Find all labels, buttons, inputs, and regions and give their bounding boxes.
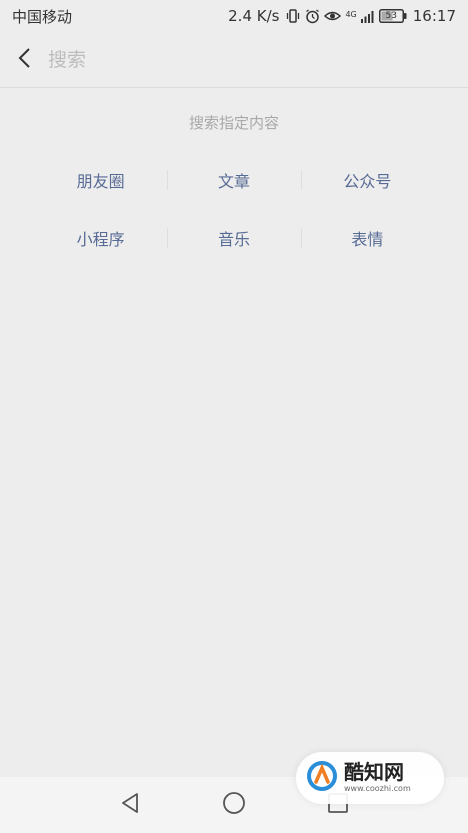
search-input[interactable] — [46, 47, 430, 72]
category-moments[interactable]: 朋友圈 — [34, 168, 167, 192]
search-header — [0, 32, 468, 88]
watermark-url: www.coozhi.com — [344, 784, 411, 793]
network-speed: 2.4 K/s — [228, 7, 280, 25]
category-mini-programs[interactable]: 小程序 — [34, 226, 167, 250]
alarm-icon — [305, 8, 320, 24]
signal-icon — [360, 10, 375, 23]
vibrate-icon — [285, 9, 301, 23]
battery-icon: 53 — [378, 9, 407, 23]
network-type-label: 4G — [345, 9, 357, 19]
eye-icon — [324, 10, 342, 22]
back-button[interactable] — [12, 43, 36, 77]
category-row: 小程序 音乐 表情 — [34, 218, 434, 258]
watermark-name: 酷知网 — [344, 760, 404, 784]
category-stickers[interactable]: 表情 — [301, 226, 434, 250]
coozhi-logo-icon — [306, 760, 338, 796]
clock-time: 16:17 — [412, 7, 456, 25]
back-triangle-icon — [120, 792, 140, 818]
watermark-text: 酷知网 www.coozhi.com — [344, 761, 411, 795]
carrier-name: 中国移动 — [12, 7, 73, 26]
search-scope-title: 搜索指定内容 — [188, 114, 279, 132]
nav-home-button[interactable] — [214, 785, 254, 825]
chevron-left-icon — [17, 47, 31, 73]
home-circle-icon — [222, 791, 246, 819]
category-row: 朋友圈 文章 公众号 — [34, 160, 434, 200]
battery-level: 53 — [385, 11, 397, 21]
nav-back-button[interactable] — [110, 785, 150, 825]
category-grid: 朋友圈 文章 公众号 小程序 音乐 表情 — [34, 160, 434, 276]
coozhi-watermark: 酷知网 www.coozhi.com — [296, 752, 444, 804]
status-bar: 中国移动 2.4 K/s 4G 53 16:17 — [0, 0, 468, 32]
category-articles[interactable]: 文章 — [167, 168, 300, 192]
category-music[interactable]: 音乐 — [167, 226, 300, 250]
category-official-accounts[interactable]: 公众号 — [301, 168, 434, 192]
status-right: 2.4 K/s 4G 53 16:17 — [228, 7, 456, 25]
status-icons: 4G 53 — [285, 8, 407, 24]
